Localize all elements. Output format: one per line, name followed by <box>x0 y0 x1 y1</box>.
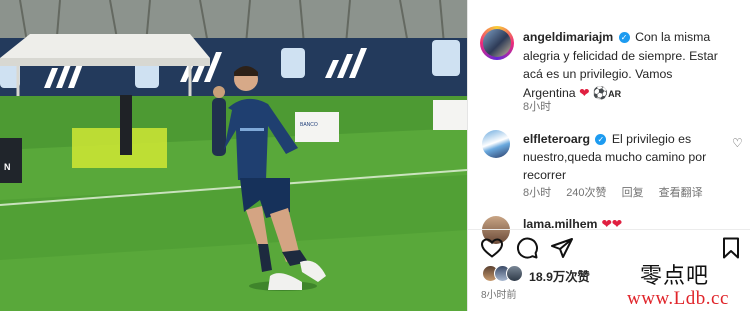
heart-emoji-icon: ❤ <box>579 85 590 100</box>
training-photo: N BANCO <box>0 0 467 311</box>
action-bar <box>480 236 742 260</box>
commenter-username[interactable]: lama.milhem <box>523 217 598 229</box>
banner-text: BANCO <box>300 122 318 128</box>
post-time[interactable]: 8小时 <box>523 101 551 113</box>
author-avatar[interactable] <box>480 26 514 60</box>
comment-meta: 8小时 240次赞 回复 查看翻译 <box>523 184 715 200</box>
bookmark-icon[interactable] <box>719 236 743 260</box>
soccer-ball-icon: ⚽ <box>592 85 609 100</box>
likes-count[interactable]: 18.9万次赞 <box>529 267 590 285</box>
comment-line-2: nuestro,queda mucho camino por <box>523 150 707 164</box>
author-username[interactable]: angeldimariajm <box>523 30 613 44</box>
divider <box>468 229 750 230</box>
commenter-avatar[interactable] <box>482 130 510 158</box>
post-caption: angeldimariajm ✓ Con la misma alegria y … <box>523 28 743 103</box>
post-meta: 8小时 <box>523 98 563 114</box>
verified-badge-icon: ✓ <box>595 134 607 145</box>
comment-time: 8小时 <box>523 187 552 199</box>
verified-badge-icon: ✓ <box>618 32 630 43</box>
comment: lama.milhem ❤❤ <box>523 217 733 229</box>
caption-flag-label: AR <box>608 88 622 99</box>
post-photo[interactable]: N BANCO <box>0 0 467 311</box>
comment: elfleteroarg ✓ El privilegio es nuestro,… <box>523 130 723 184</box>
comment-likes[interactable]: 240次赞 <box>566 187 606 199</box>
share-icon[interactable] <box>550 236 574 260</box>
caption-line-1: Con la misma <box>635 30 711 44</box>
heart-icon[interactable] <box>480 236 504 260</box>
comment-text: ❤❤ <box>601 217 623 229</box>
translate-button[interactable]: 查看翻译 <box>659 187 703 199</box>
posted-time[interactable]: 8小时前 <box>481 286 517 301</box>
watermark-cn: 零点吧 <box>640 264 710 289</box>
avatar <box>506 265 523 282</box>
caption-line-2: alegria y felicidad de siempre. Estar <box>523 48 718 63</box>
comment-line-3: recorrer <box>523 168 567 182</box>
commenter-username[interactable]: elfleteroarg <box>523 132 590 146</box>
comment-icon[interactable] <box>515 236 539 260</box>
svg-text:N: N <box>4 162 11 172</box>
comment-line-1: El privilegio es <box>611 132 692 146</box>
watermark-url: www.Ldb.cc <box>627 288 729 309</box>
reply-button[interactable]: 回复 <box>622 187 644 199</box>
caption-line-3: acá es un privilegio. Vamos <box>523 67 673 81</box>
comment-like-icon[interactable]: ♡ <box>732 136 743 150</box>
